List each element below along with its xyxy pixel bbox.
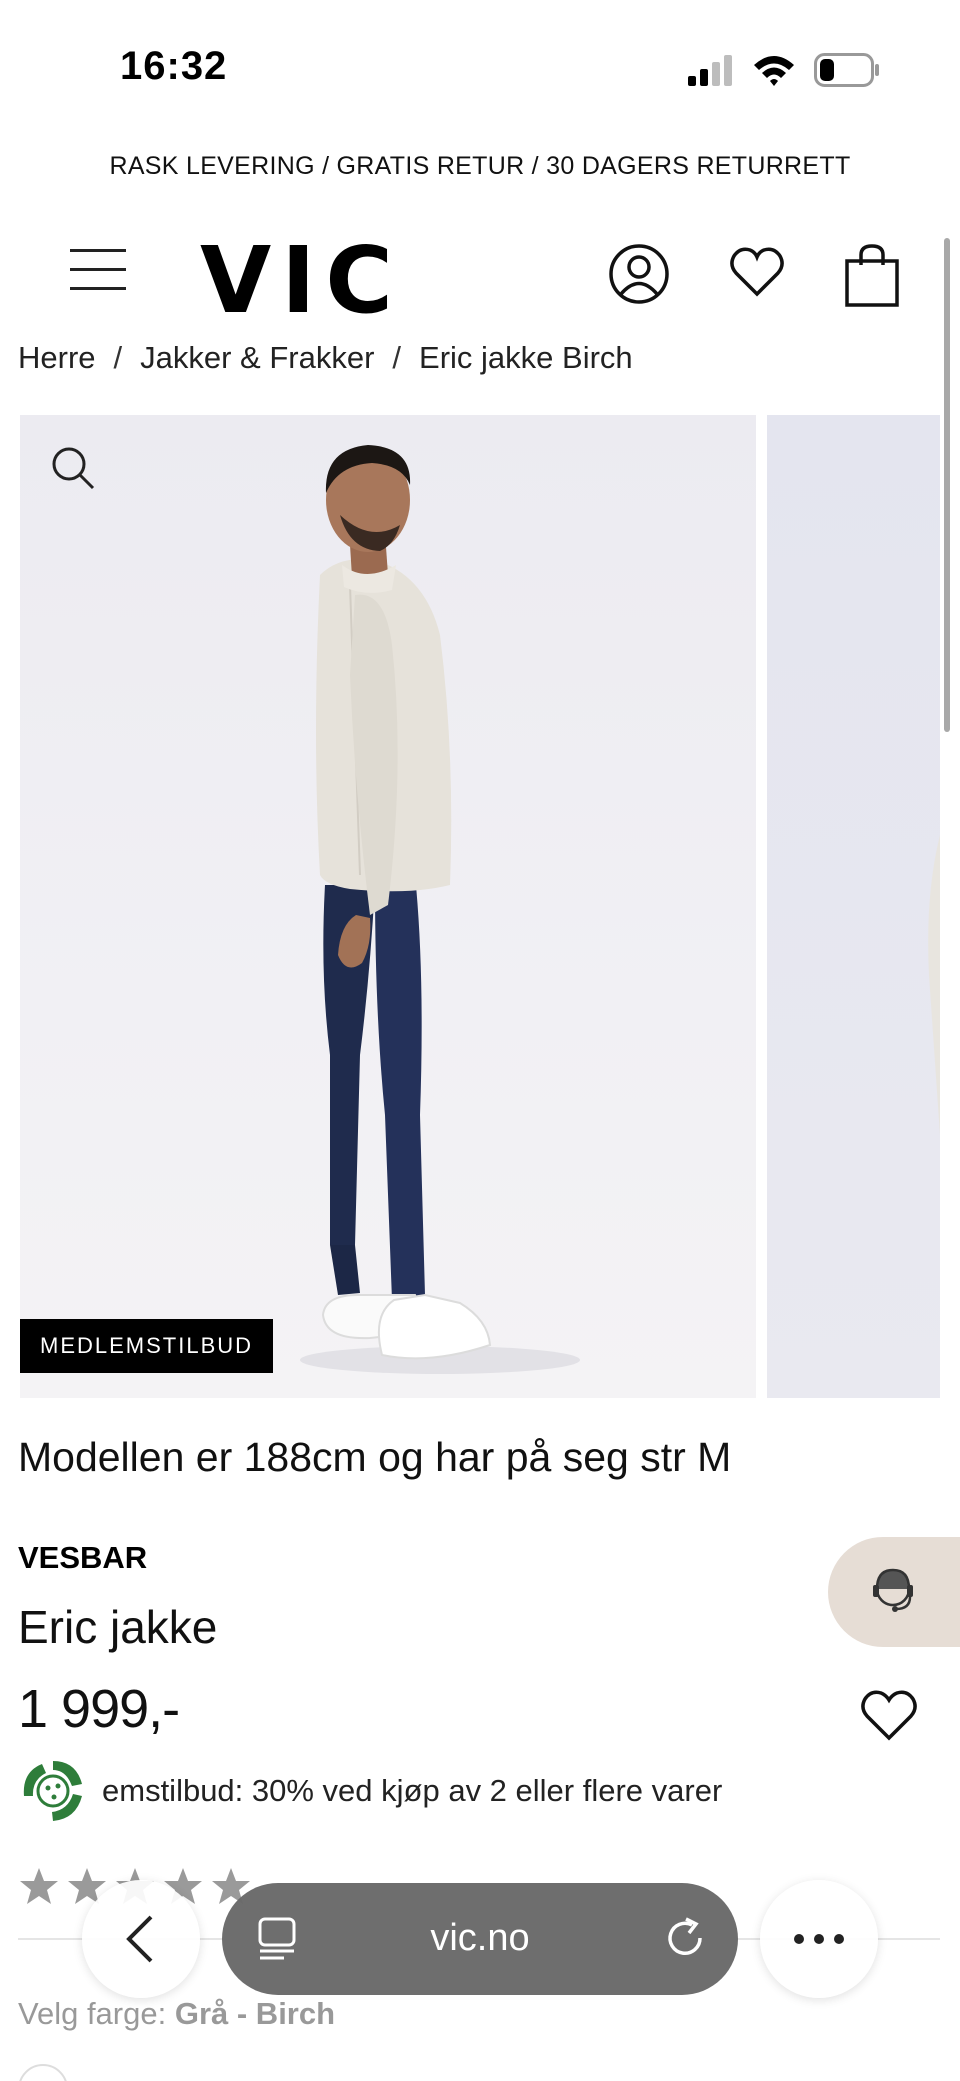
product-price: 1 999,- xyxy=(18,1679,180,1739)
model-info: Modellen er 188cm og har på seg str M xyxy=(18,1434,732,1480)
browser-address-bar[interactable]: vic.no xyxy=(222,1883,738,1995)
url-text[interactable]: vic.no xyxy=(222,1917,738,1960)
breadcrumb-separator: / xyxy=(392,340,402,375)
status-time: 16:32 xyxy=(120,44,228,88)
selected-color: Grå - Birch xyxy=(174,1996,336,2031)
site-header: VIC xyxy=(0,225,960,327)
breadcrumb-item-herre[interactable]: Herre xyxy=(18,340,96,375)
search-icon[interactable] xyxy=(50,445,96,491)
shopping-bag-icon[interactable] xyxy=(844,243,900,307)
site-logo[interactable]: VIC xyxy=(200,235,403,327)
breadcrumb-item-jakker[interactable]: Jakker & Frakker xyxy=(140,340,374,375)
account-icon[interactable] xyxy=(608,243,670,305)
signal-bars-icon xyxy=(688,55,732,86)
heart-icon[interactable] xyxy=(728,243,786,301)
color-label-text: Velg farge: xyxy=(18,1996,167,2031)
browser-back-button[interactable] xyxy=(82,1880,200,1998)
member-offer: emstilbud: 30% ved kjøp av 2 eller flere… xyxy=(18,1756,722,1826)
product-image[interactable]: MEDLEMSTILBUD xyxy=(20,415,756,1398)
chevron-left-icon xyxy=(126,1915,153,1963)
color-selector-label: Velg farge: Grå - Birch xyxy=(18,1996,335,2032)
member-offer-badge: MEDLEMSTILBUD xyxy=(20,1319,274,1373)
customer-service-chat-button[interactable] xyxy=(828,1537,960,1647)
offer-text: emstilbud: 30% ved kjøp av 2 eller flere… xyxy=(102,1773,723,1808)
product-brand[interactable]: VESBAR xyxy=(18,1540,147,1576)
product-name: Eric jakke xyxy=(18,1601,218,1653)
breadcrumb: Herre / Jakker & Frakker / Eric jakke Birch xyxy=(18,340,633,376)
status-bar: 16:32 xyxy=(0,0,960,140)
wifi-icon xyxy=(754,56,794,86)
more-icon xyxy=(794,1934,844,1944)
color-swatch[interactable] xyxy=(18,2064,68,2081)
next-product-image[interactable] xyxy=(767,415,940,1398)
breadcrumb-separator: / xyxy=(113,340,123,375)
battery-icon xyxy=(814,53,879,87)
promo-bar: RASK LEVERING / GRATIS RETUR / 30 DAGERS… xyxy=(109,152,851,180)
heart-icon[interactable] xyxy=(860,1688,918,1742)
breadcrumb-item-current: Eric jakke Birch xyxy=(419,340,633,375)
model-photo xyxy=(300,445,580,1374)
browser-more-button[interactable] xyxy=(760,1880,878,1998)
scrollbar[interactable] xyxy=(944,238,950,732)
recycle-badge-icon xyxy=(23,1761,82,1821)
reload-icon[interactable] xyxy=(662,1915,708,1961)
partial-photo xyxy=(928,835,940,1135)
status-icons xyxy=(686,50,880,90)
menu-icon[interactable] xyxy=(70,247,128,293)
headset-agent-icon xyxy=(873,1568,913,1612)
star-icon xyxy=(20,1868,58,1904)
product-gallery[interactable]: MEDLEMSTILBUD xyxy=(20,415,940,1398)
